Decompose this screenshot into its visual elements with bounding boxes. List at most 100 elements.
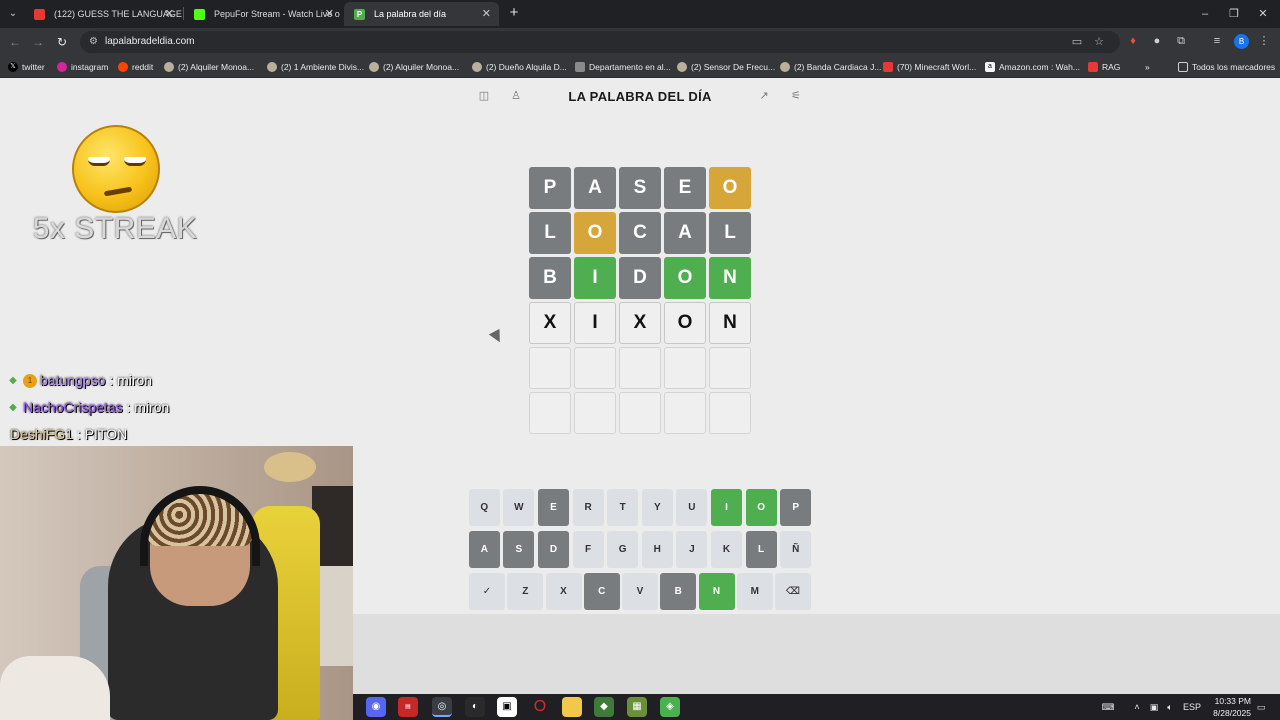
tab-search-chevron-icon[interactable]: ⌄ <box>4 5 22 23</box>
voicemeeter-icon[interactable]: ▤ <box>398 697 418 717</box>
install-app-icon[interactable]: ▭ <box>1070 35 1084 49</box>
key-i[interactable]: I <box>711 489 742 526</box>
key-l[interactable]: L <box>745 531 777 568</box>
folder-icon[interactable] <box>562 697 582 717</box>
board-tile <box>709 347 751 389</box>
media-control-icon[interactable]: ≡ <box>1209 33 1225 49</box>
bookmark-item[interactable]: a Amazon.com : Wah... <box>985 56 1080 78</box>
tab-youtube[interactable]: (122) GUESS THE LANGUAGE V ✕ <box>24 2 182 26</box>
key-u[interactable]: U <box>676 489 708 526</box>
key-j[interactable]: J <box>676 531 708 568</box>
minecraft-block-icon[interactable]: ◈ <box>660 697 680 717</box>
bookmark-item[interactable]: (2) Dueño Alquila D... <box>472 56 567 78</box>
network-icon[interactable]: ▣ <box>1147 699 1161 715</box>
extension-icon[interactable]: ● <box>1149 33 1165 49</box>
key-h[interactable]: H <box>641 531 673 568</box>
address-bar[interactable]: ⚙ lapalabradeldia.com ▭ ☆ <box>80 31 1120 53</box>
key-r[interactable]: R <box>572 489 604 526</box>
backspace-key[interactable]: ⌫ <box>775 573 811 610</box>
key-a[interactable]: A <box>468 531 500 568</box>
key-f[interactable]: F <box>572 531 604 568</box>
key-y[interactable]: Y <box>641 489 673 526</box>
sidebar-toggle-icon[interactable]: ◫ <box>476 88 492 104</box>
board-tile: B <box>529 257 571 299</box>
board-tile: X <box>619 302 661 344</box>
obs-icon[interactable]: ◐ <box>465 697 485 717</box>
keyboard-layout-icon[interactable]: ⌨ <box>1099 699 1117 715</box>
volume-icon[interactable]: 🔈︎ <box>1163 699 1177 715</box>
key-x[interactable]: X <box>545 573 582 610</box>
board-tile: L <box>529 212 571 254</box>
key-b[interactable]: B <box>660 573 697 610</box>
webcam-feed <box>0 446 353 720</box>
bookmark-star-icon[interactable]: ☆ <box>1092 35 1106 49</box>
forward-icon[interactable]: → <box>29 33 47 51</box>
bookmark-item[interactable]: (2) Sensor De Frecu... <box>677 56 775 78</box>
extensions-puzzle-icon[interactable]: ⧉ <box>1173 33 1189 49</box>
key-m[interactable]: M <box>736 573 773 610</box>
notifications-icon[interactable]: ▭ <box>1253 699 1269 715</box>
key-ñ[interactable]: Ñ <box>780 531 812 568</box>
board-tile: A <box>664 212 706 254</box>
site-info-icon[interactable]: ⚙ <box>87 35 100 48</box>
extension-icon[interactable]: ♦ <box>1125 33 1141 49</box>
key-c[interactable]: C <box>583 573 620 610</box>
system-clock[interactable]: 10:33 PM 8/28/2025 <box>1195 695 1251 719</box>
bookmark-item[interactable]: (70) Minecraft Worl... <box>883 56 976 78</box>
key-q[interactable]: Q <box>468 489 500 526</box>
settings-sliders-icon[interactable]: ⚟ <box>788 88 804 104</box>
key-o[interactable]: O <box>745 489 777 526</box>
capcut-icon[interactable]: ▣ <box>497 697 517 717</box>
key-e[interactable]: E <box>538 489 569 526</box>
bookmark-item[interactable]: 𝕏twitter <box>8 56 45 78</box>
tab-la-palabra[interactable]: P La palabra del día ✕ <box>344 2 499 26</box>
bookmark-item[interactable]: (2) Alquiler Monoa... <box>369 56 459 78</box>
back-icon[interactable]: ← <box>6 33 24 51</box>
bookmarks-overflow-chevron-icon[interactable]: » <box>1145 56 1150 78</box>
user-icon[interactable]: ♙ <box>508 88 524 104</box>
board-tile: L <box>709 212 751 254</box>
key-g[interactable]: G <box>607 531 639 568</box>
close-tab-icon[interactable]: ✕ <box>165 2 174 26</box>
close-window-icon[interactable]: ✕ <box>1246 0 1280 28</box>
chrome-icon[interactable]: ◎ <box>432 697 452 717</box>
stats-trend-icon[interactable]: ↗ <box>756 88 772 104</box>
new-tab-button[interactable]: + <box>505 4 523 22</box>
key-v[interactable]: V <box>622 573 658 610</box>
board-tile: P <box>529 167 571 209</box>
close-tab-icon[interactable]: ✕ <box>482 2 491 26</box>
bookmark-item[interactable]: (2) 1 Ambiente Divis... <box>267 56 364 78</box>
bookmark-item[interactable]: RAG <box>1088 56 1120 78</box>
menu-kebab-icon[interactable]: ⋮ <box>1256 33 1272 49</box>
all-bookmarks-button[interactable]: Todos los marcadores <box>1178 56 1275 78</box>
bookmark-item[interactable]: Departamento en al... <box>575 56 671 78</box>
key-z[interactable]: Z <box>507 573 544 610</box>
bookmark-item[interactable]: instagram <box>57 56 108 78</box>
amazon-icon: a <box>985 62 995 72</box>
url-text[interactable]: lapalabradeldia.com <box>105 31 195 53</box>
key-t[interactable]: T <box>607 489 639 526</box>
bookmark-item[interactable]: (2) Alquiler Monoa... <box>164 56 254 78</box>
minecraft-launcher-icon[interactable]: ◆ <box>594 697 614 717</box>
enter-key[interactable]: ✓ <box>469 573 505 610</box>
tab-kick[interactable]: PepuFor Stream - Watch Live o ✕ <box>184 2 342 26</box>
tray-overflow-chevron-icon[interactable]: ˄ <box>1131 699 1143 715</box>
reddit-icon <box>118 62 128 72</box>
key-w[interactable]: W <box>503 489 535 526</box>
key-n[interactable]: N <box>698 573 735 610</box>
key-k[interactable]: K <box>711 531 742 568</box>
profile-avatar[interactable]: B <box>1234 34 1249 49</box>
marketplace-icon <box>780 62 790 72</box>
bookmark-item[interactable]: (2) Banda Cardiaca J... <box>780 56 881 78</box>
minecraft-icon[interactable]: ▦ <box>627 697 647 717</box>
key-p[interactable]: P <box>780 489 812 526</box>
key-s[interactable]: S <box>503 531 535 568</box>
face-eye <box>88 157 110 166</box>
bookmark-item[interactable]: reddit <box>118 56 153 78</box>
opera-icon[interactable]: O <box>530 697 550 717</box>
board-row <box>529 347 751 389</box>
discord-icon[interactable]: ◉ <box>366 697 386 717</box>
reload-icon[interactable]: ↻ <box>53 33 71 51</box>
close-tab-icon[interactable]: ✕ <box>325 2 334 26</box>
key-d[interactable]: D <box>538 531 569 568</box>
